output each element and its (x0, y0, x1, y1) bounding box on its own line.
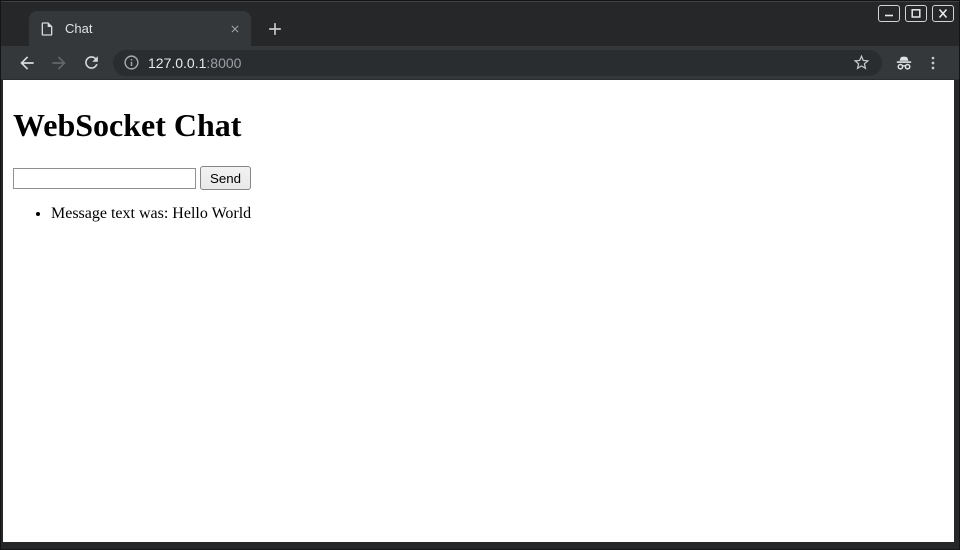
message-item: Message text was: Hello World (51, 205, 946, 223)
incognito-icon (889, 48, 919, 78)
message-list: Message text was: Hello World (11, 205, 946, 223)
send-button[interactable]: Send (200, 166, 251, 190)
maximize-button[interactable] (905, 5, 927, 22)
message-input[interactable] (13, 168, 196, 189)
minimize-button[interactable] (878, 5, 900, 22)
browser-window: Chat (0, 0, 960, 550)
close-window-button[interactable] (932, 5, 954, 22)
browser-menu-icon[interactable] (919, 49, 947, 77)
forward-button[interactable] (43, 47, 75, 79)
page-content: WebSocket Chat Send Message text was: He… (3, 80, 954, 542)
url-port: :8000 (206, 55, 241, 71)
chat-form: Send (13, 166, 946, 190)
address-bar[interactable]: 127.0.0.1:8000 (113, 50, 882, 76)
tab-close-icon[interactable] (227, 21, 243, 37)
reload-button[interactable] (75, 47, 107, 79)
url-host: 127.0.0.1 (148, 55, 206, 71)
window-controls (878, 5, 954, 22)
document-icon (39, 21, 55, 37)
window-frame-border: WebSocket Chat Send Message text was: He… (1, 80, 959, 549)
back-button[interactable] (11, 47, 43, 79)
tab-title: Chat (65, 21, 227, 36)
site-info-icon[interactable] (123, 54, 140, 71)
page-title: WebSocket Chat (13, 107, 946, 144)
url-text[interactable]: 127.0.0.1:8000 (148, 55, 848, 71)
browser-toolbar: 127.0.0.1:8000 (1, 46, 959, 80)
tab-strip: Chat (1, 1, 959, 46)
bookmark-star-icon[interactable] (848, 50, 874, 76)
tab-chat[interactable]: Chat (29, 11, 251, 46)
new-tab-button[interactable] (261, 15, 289, 43)
titlebar-highlight (1, 1, 959, 2)
